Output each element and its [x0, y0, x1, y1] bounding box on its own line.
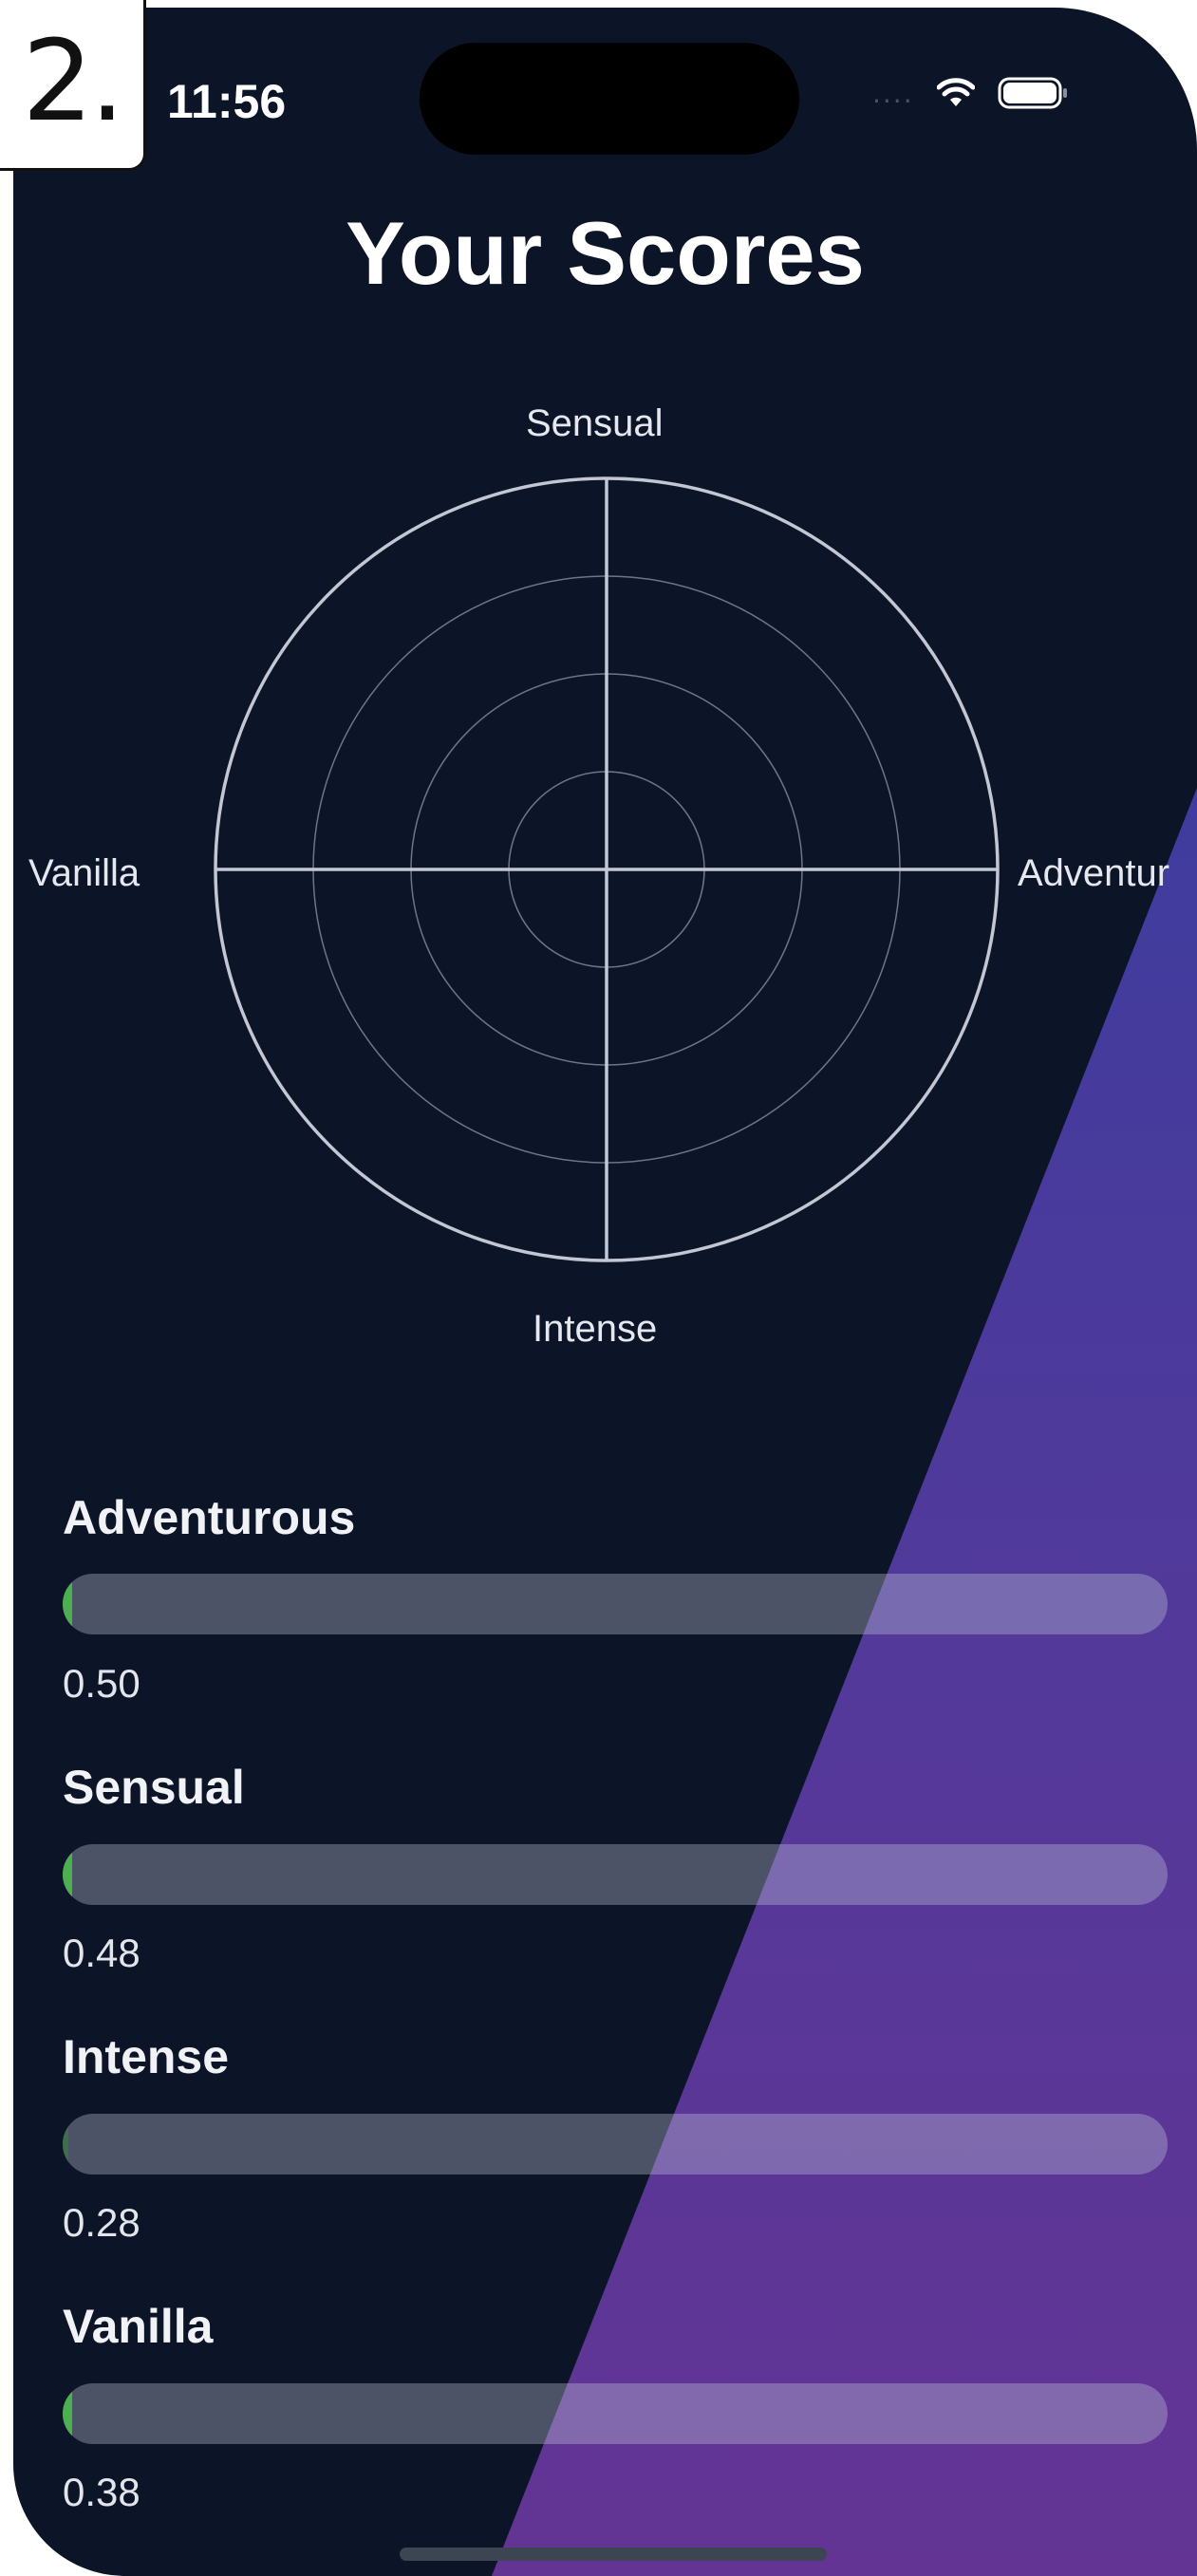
- screenshot-frame: 2. 11:56 .... Your Scores Sensual Advent…: [0, 0, 1197, 2576]
- step-number-badge: 2.: [0, 0, 146, 171]
- score-label-adventurous: Adventurous: [63, 1491, 356, 1544]
- wifi-icon: [936, 78, 975, 106]
- status-icons: ....: [872, 76, 1070, 110]
- score-bar-sensual: [63, 1844, 1168, 1905]
- score-bar-vanilla: [63, 2383, 1168, 2444]
- score-value-intense: 0.28: [63, 2200, 140, 2245]
- signal-dots: ....: [872, 77, 914, 109]
- battery-icon: [998, 77, 1067, 109]
- score-value-sensual: 0.48: [63, 1931, 140, 1975]
- score-label-sensual: Sensual: [63, 1761, 245, 1814]
- score-bar-adventurous: [63, 1574, 1168, 1634]
- score-bar-fill: [63, 2114, 68, 2175]
- phone-screen: 11:56 .... Your Scores Sensual Adventur …: [13, 8, 1197, 2576]
- page-title: Your Scores: [346, 203, 865, 303]
- radar-label-left: Vanilla: [28, 852, 140, 894]
- dynamic-island: [420, 43, 799, 155]
- step-number: 2.: [22, 14, 125, 146]
- status-time: 11:56: [167, 75, 287, 128]
- radar-label-bottom: Intense: [533, 1308, 658, 1350]
- score-bar-fill: [63, 2383, 72, 2444]
- score-bar-intense: [63, 2114, 1168, 2175]
- score-label-intense: Intense: [63, 2030, 230, 2083]
- score-bar-fill: [63, 1844, 72, 1905]
- radar-label-right: Adventur: [1018, 852, 1170, 894]
- home-indicator[interactable]: [400, 2548, 827, 2561]
- score-bar-fill: [63, 1574, 72, 1634]
- score-label-vanilla: Vanilla: [63, 2300, 214, 2353]
- radar-label-top: Sensual: [526, 402, 664, 444]
- score-value-adventurous: 0.50: [63, 1661, 140, 1706]
- score-value-vanilla: 0.38: [63, 2470, 140, 2514]
